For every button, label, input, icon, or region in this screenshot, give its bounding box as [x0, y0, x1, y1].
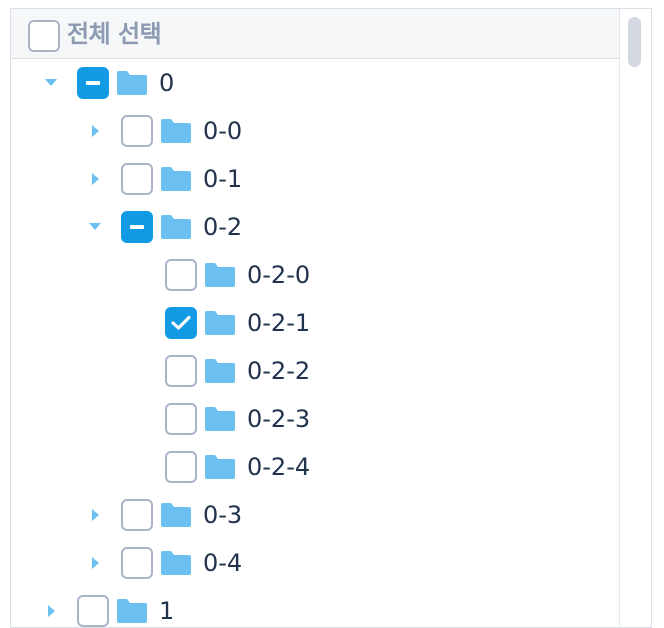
- tree-node-label[interactable]: 0-2-4: [247, 453, 310, 481]
- tree-node-0-2-2[interactable]: 0-2-2: [11, 347, 619, 395]
- tree-header: 전체 선택: [11, 9, 619, 59]
- folder-icon: [205, 455, 235, 479]
- tree-node-checkbox[interactable]: [121, 163, 153, 195]
- tree-node-0-2-4[interactable]: 0-2-4: [11, 443, 619, 491]
- folder-icon: [161, 551, 191, 575]
- tree-node-0-1[interactable]: 0-1: [11, 155, 619, 203]
- folder-icon: [205, 311, 235, 335]
- caret-right-icon[interactable]: [85, 553, 105, 573]
- tree-node-checkbox[interactable]: [121, 547, 153, 579]
- tree-node-label[interactable]: 0: [159, 69, 174, 97]
- folder-icon: [161, 503, 191, 527]
- tree-node-label[interactable]: 0-2-0: [247, 261, 310, 289]
- tree-node-label[interactable]: 0-2-3: [247, 405, 310, 433]
- caret-down-icon[interactable]: [85, 217, 105, 237]
- tree-node-1[interactable]: 1: [11, 587, 619, 627]
- folder-icon: [161, 119, 191, 143]
- caret-right-icon[interactable]: [41, 601, 61, 621]
- tree-content: 전체 선택 0 0-0 0-1 0-2 0-2-0 0-2-1 0-2-2 0-2-3 0-2-…: [11, 9, 619, 627]
- tree-select-panel: 전체 선택 0 0-0 0-1 0-2 0-2-0 0-2-1 0-2-2 0-2-3 0-2-…: [10, 8, 652, 628]
- folder-icon: [205, 407, 235, 431]
- check-icon: [171, 315, 191, 335]
- tree-node-label[interactable]: 0-2: [203, 213, 242, 241]
- tree-node-checkbox[interactable]: [121, 115, 153, 147]
- caret-down-icon[interactable]: [41, 73, 61, 93]
- folder-icon: [117, 599, 147, 623]
- minus-icon: [130, 225, 144, 229]
- tree-node-0-2-3[interactable]: 0-2-3: [11, 395, 619, 443]
- tree-node-label[interactable]: 0-4: [203, 549, 242, 577]
- tree-node-0-2-1[interactable]: 0-2-1: [11, 299, 619, 347]
- tree-node-0[interactable]: 0: [11, 59, 619, 107]
- folder-icon: [205, 359, 235, 383]
- tree-node-label[interactable]: 0-2-1: [247, 309, 310, 337]
- minus-icon: [86, 81, 100, 85]
- vertical-scrollbar[interactable]: [619, 9, 651, 627]
- folder-icon: [205, 263, 235, 287]
- caret-right-icon[interactable]: [85, 505, 105, 525]
- tree-node-checkbox[interactable]: [165, 451, 197, 483]
- tree-node-label[interactable]: 0-1: [203, 165, 242, 193]
- tree-node-checkbox[interactable]: [165, 259, 197, 291]
- select-all-label[interactable]: 전체 선택: [67, 18, 162, 50]
- tree-node-checkbox[interactable]: [165, 403, 197, 435]
- tree-node-0-0[interactable]: 0-0: [11, 107, 619, 155]
- folder-icon: [117, 71, 147, 95]
- folder-icon: [161, 215, 191, 239]
- tree-node-0-4[interactable]: 0-4: [11, 539, 619, 587]
- tree-node-checkbox[interactable]: [121, 211, 153, 243]
- tree-node-0-3[interactable]: 0-3: [11, 491, 619, 539]
- tree-node-checkbox[interactable]: [165, 355, 197, 387]
- folder-icon: [161, 167, 191, 191]
- tree-list: 0 0-0 0-1 0-2 0-2-0 0-2-1 0-2-2 0-2-3 0-2-4 0-3 0-…: [11, 59, 619, 627]
- tree-node-0-2-0[interactable]: 0-2-0: [11, 251, 619, 299]
- caret-right-icon[interactable]: [85, 169, 105, 189]
- tree-node-label[interactable]: 0-0: [203, 117, 242, 145]
- tree-node-checkbox[interactable]: [77, 595, 109, 627]
- tree-node-label[interactable]: 1: [159, 597, 174, 625]
- tree-node-label[interactable]: 0-3: [203, 501, 242, 529]
- select-all-checkbox[interactable]: [28, 20, 60, 52]
- tree-node-checkbox[interactable]: [77, 67, 109, 99]
- tree-node-checkbox[interactable]: [165, 307, 197, 339]
- caret-right-icon[interactable]: [85, 121, 105, 141]
- scrollbar-thumb[interactable]: [628, 17, 641, 67]
- tree-node-label[interactable]: 0-2-2: [247, 357, 310, 385]
- tree-node-checkbox[interactable]: [121, 499, 153, 531]
- tree-node-0-2[interactable]: 0-2: [11, 203, 619, 251]
